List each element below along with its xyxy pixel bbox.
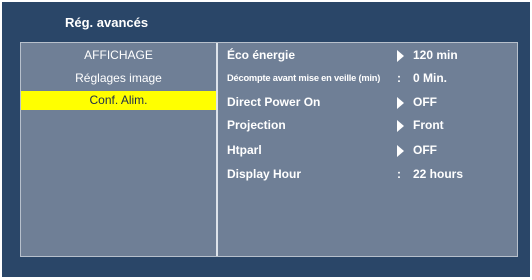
menu-item-reglages-image[interactable]: Réglages image [21, 69, 216, 88]
setting-value: OFF [413, 143, 437, 157]
osd-window: Rég. avancés AFFICHAGE Réglages image Co… [2, 2, 530, 277]
setting-label: Décompte avant mise en veille (min) [227, 73, 381, 83]
category-menu: AFFICHAGE Réglages image Conf. Alim. [21, 43, 218, 256]
menu-item-affichage[interactable]: AFFICHAGE [21, 46, 216, 65]
arrow-icon[interactable] [397, 120, 404, 132]
menu-item-conf-alim[interactable]: Conf. Alim. [21, 91, 216, 110]
setting-row-direct-power-on[interactable]: Direct Power On OFF [227, 93, 517, 113]
setting-value: 0 Min. [413, 71, 448, 85]
setting-value: OFF [413, 95, 437, 109]
arrow-icon[interactable] [397, 50, 404, 62]
setting-value: 22 hours [413, 167, 464, 181]
setting-label: Htparl [227, 143, 262, 157]
setting-row-htparl[interactable]: Htparl OFF [227, 141, 517, 161]
setting-row-display-hour: Display Hour : 22 hours [227, 165, 517, 185]
setting-row-decompte[interactable]: Décompte avant mise en veille (min) : 0 … [227, 69, 517, 89]
setting-label: Direct Power On [227, 95, 321, 109]
setting-label: Éco énergie [227, 48, 296, 62]
menu-frame: AFFICHAGE Réglages image Conf. Alim. Éco… [20, 42, 518, 257]
arrow-icon[interactable] [397, 97, 404, 109]
setting-label: Display Hour [227, 167, 302, 181]
setting-row-eco-energie[interactable]: Éco énergie 120 min [227, 46, 517, 66]
setting-row-projection[interactable]: Projection Front [227, 116, 517, 136]
setting-label: Projection [227, 118, 286, 132]
setting-value: Front [413, 118, 444, 132]
settings-panel: Éco énergie 120 min Décompte avant mise … [227, 43, 517, 256]
setting-value: 120 min [413, 48, 458, 62]
window-title: Rég. avancés [65, 15, 149, 30]
colon-separator: : [397, 71, 401, 85]
colon-separator: : [397, 167, 401, 181]
arrow-icon[interactable] [397, 145, 404, 157]
